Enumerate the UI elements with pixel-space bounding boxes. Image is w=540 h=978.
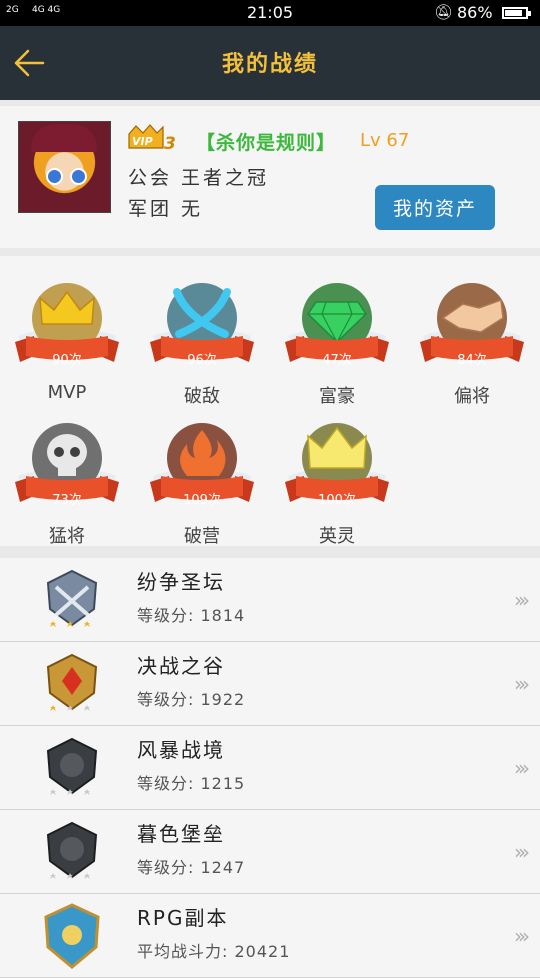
mode-score: 平均战斗力: 20421 xyxy=(137,942,291,961)
mode-name: RPG副本 xyxy=(137,906,229,930)
achievement-podi[interactable]: 96次 破敌 xyxy=(147,278,257,407)
list-item[interactable]: RPG副本 平均战斗力: 20421 ››› xyxy=(0,894,540,978)
achievement-count: 109次 xyxy=(183,493,221,508)
list-item[interactable]: 风暴战境 等级分: 1215 ››› xyxy=(0,726,540,810)
ornate-crest-icon xyxy=(44,903,100,969)
achievement-label: 富豪 xyxy=(319,386,355,407)
list-item[interactable]: 决战之谷 等级分: 1922 ››› xyxy=(0,642,540,726)
mute-icon: 🔕︎ xyxy=(434,3,454,21)
mode-score: 等级分: 1922 xyxy=(137,690,246,709)
achievement-count: 84次 xyxy=(457,353,487,368)
battery-percent: 86% xyxy=(457,3,493,22)
gold-crest-icon xyxy=(46,653,98,711)
chevron-right-icon: ››› xyxy=(514,588,530,612)
guild-info: 公会 王者之冠 xyxy=(128,167,270,189)
page-title: 我的战绩 xyxy=(221,52,318,77)
chevron-right-icon: ››› xyxy=(514,840,530,864)
achievement-yingling[interactable]: 100次 英灵 xyxy=(282,418,392,547)
achievement-label: 破营 xyxy=(184,526,220,547)
avatar[interactable] xyxy=(18,121,111,213)
achievement-count: 90次 xyxy=(52,353,82,368)
mode-score: 等级分: 1215 xyxy=(137,774,246,793)
svg-text:VIP: VIP xyxy=(132,135,153,148)
mode-name: 风暴战境 xyxy=(137,738,225,762)
player-level: Lv 67 xyxy=(360,130,410,151)
achievement-label: MVP xyxy=(47,382,87,403)
player-name: 【杀你是规则】 xyxy=(196,132,337,154)
achievement-count: 100次 xyxy=(318,493,356,508)
dark-shield-icon xyxy=(46,737,98,795)
achievement-label: 猛将 xyxy=(49,526,85,547)
achievement-count: 73次 xyxy=(52,493,82,508)
achievement-fuhao[interactable]: 47次 富豪 xyxy=(282,278,392,407)
app-header: 我的战绩 xyxy=(0,26,540,100)
mode-score: 等级分: 1247 xyxy=(137,858,246,877)
achievement-count: 96次 xyxy=(187,353,217,368)
corps-info: 军团 无 xyxy=(128,198,204,220)
mode-list: 纷争圣坛 等级分: 1814 ››› 决战之谷 等级分: 1922 ››› 风暴… xyxy=(0,558,540,978)
achievement-label: 偏将 xyxy=(454,386,490,407)
list-item[interactable]: 纷争圣坛 等级分: 1814 ››› xyxy=(0,558,540,642)
svg-text:3: 3 xyxy=(164,134,176,154)
mode-name: 决战之谷 xyxy=(137,654,225,678)
status-bar: 2G 4G 4G 21:05 🔕︎ 86% xyxy=(0,0,540,26)
chevron-right-icon: ››› xyxy=(514,672,530,696)
profile-card: VIP 3 【杀你是规则】 Lv 67 公会 王者之冠 军团 无 我的资产 xyxy=(0,106,540,248)
mode-name: 暮色堡垒 xyxy=(137,822,225,846)
achievement-poying[interactable]: 109次 破营 xyxy=(147,418,257,547)
mode-score: 等级分: 1814 xyxy=(137,606,246,625)
list-item[interactable]: 暮色堡垒 等级分: 1247 ››› xyxy=(0,810,540,894)
silver-crest-icon xyxy=(46,569,98,627)
achievement-grid: 90次 MVP 96次 破敌 47次 富豪 84次 偏将 73次 猛将 109次… xyxy=(0,256,540,547)
achievement-count: 47次 xyxy=(322,353,352,368)
achievement-mengjiang[interactable]: 73次 猛将 xyxy=(12,418,122,547)
my-assets-button[interactable]: 我的资产 xyxy=(375,185,495,230)
chevron-right-icon: ››› xyxy=(514,924,530,948)
chevron-right-icon: ››› xyxy=(514,756,530,780)
mode-name: 纷争圣坛 xyxy=(137,570,225,594)
achievement-pianjiang[interactable]: 84次 偏将 xyxy=(417,278,527,407)
achievement-label: 英灵 xyxy=(319,526,355,547)
achievement-label: 破敌 xyxy=(184,386,220,407)
battery-icon xyxy=(502,7,531,19)
dark-shield-icon xyxy=(46,821,98,879)
achievement-mvp[interactable]: 90次 MVP xyxy=(12,278,122,403)
vip-badge-icon: VIP 3 xyxy=(128,124,176,154)
